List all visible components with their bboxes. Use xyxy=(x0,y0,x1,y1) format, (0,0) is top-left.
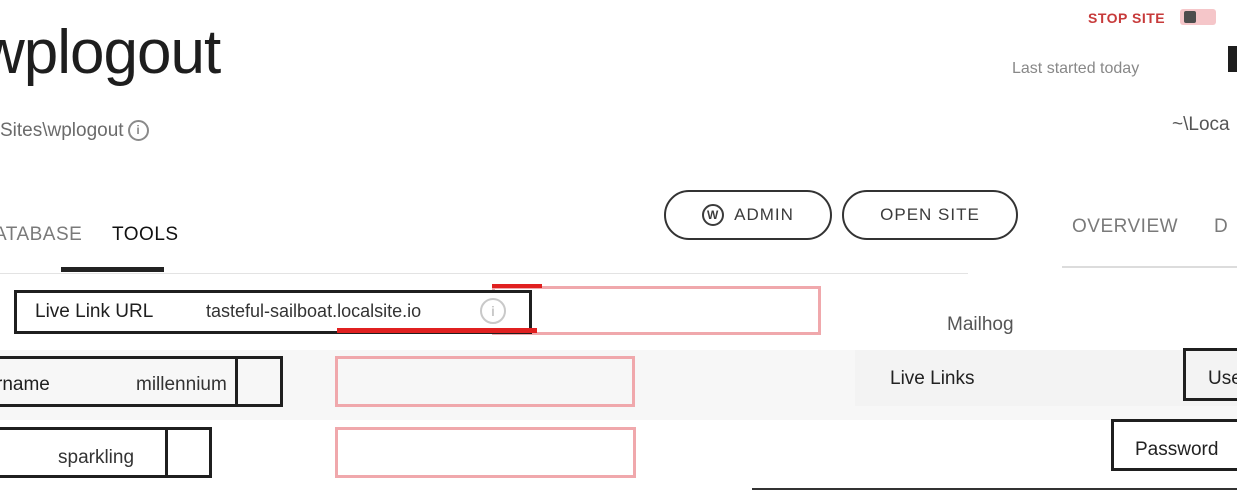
live-links-item[interactable]: Live Links xyxy=(890,368,975,390)
open-site-button-label: OPEN SITE xyxy=(880,205,980,224)
stop-site-button[interactable]: STOP SITE xyxy=(1088,10,1165,26)
highlight-box xyxy=(335,427,636,478)
highlight-box xyxy=(492,286,821,335)
info-icon[interactable]: i xyxy=(127,120,149,142)
info-icon: i xyxy=(480,298,506,324)
live-link-url[interactable]: tasteful-sailboat.localsite.io xyxy=(206,301,421,322)
tabs-divider xyxy=(0,273,968,274)
username-label: rname xyxy=(0,374,50,395)
site-path-text: Sites\wplogout xyxy=(0,120,124,141)
tab-database-right[interactable]: D xyxy=(1214,216,1228,238)
live-link-label: Live Link URL xyxy=(35,301,154,322)
live-link-info[interactable]: i xyxy=(476,298,506,324)
username-value[interactable]: millennium xyxy=(136,374,227,396)
mailhog-item[interactable]: Mailhog xyxy=(947,314,1014,336)
user-label: Use xyxy=(1208,368,1237,389)
wordpress-icon: W xyxy=(702,204,725,226)
admin-button[interactable]: W ADMIN xyxy=(664,190,832,240)
tab-database[interactable]: ATABASE xyxy=(0,224,82,246)
active-tab-indicator xyxy=(61,267,164,272)
highlight-box xyxy=(335,356,635,407)
bottom-divider xyxy=(752,488,1237,490)
site-title: wplogout xyxy=(0,18,221,87)
url-highlight-underline xyxy=(337,328,537,333)
admin-button-label: ADMIN xyxy=(734,205,794,224)
password-label: Password xyxy=(1135,439,1219,460)
local-path-text: ~\Loca xyxy=(1172,114,1230,135)
last-started-text: Last started today xyxy=(1012,60,1140,77)
open-site-button[interactable]: OPEN SITE xyxy=(842,190,1018,240)
password-value[interactable]: sparkling xyxy=(58,447,134,469)
window-edge-glyph xyxy=(1228,46,1237,72)
tab-tools[interactable]: TOOLS xyxy=(112,224,179,246)
tab-overview[interactable]: OVERVIEW xyxy=(1072,216,1178,238)
site-path: Sites\wplogout i xyxy=(0,120,149,142)
stop-site-toggle[interactable] xyxy=(1180,9,1216,25)
highlight-marker xyxy=(492,284,542,288)
